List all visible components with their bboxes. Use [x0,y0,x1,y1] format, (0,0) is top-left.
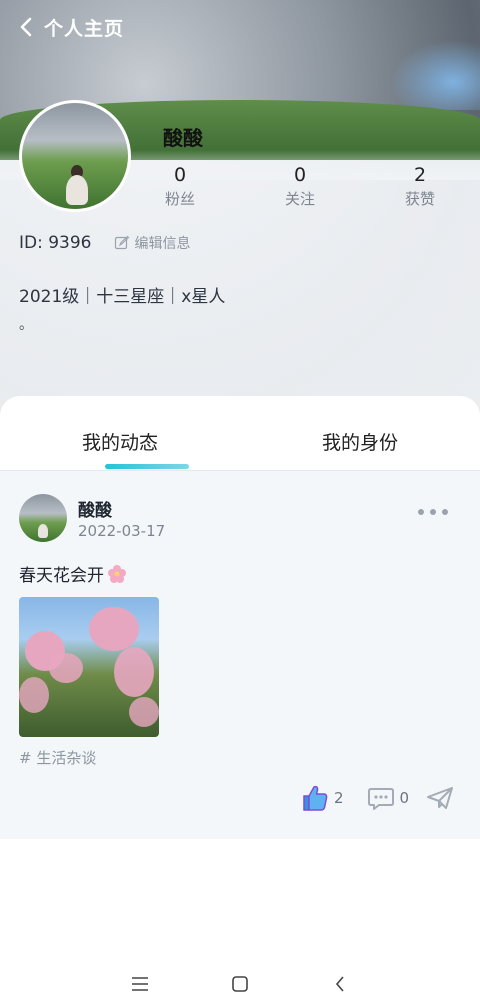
stat-fans[interactable]: 0 粉丝 [120,164,240,209]
stat-likes-label: 获赞 [404,190,435,208]
like-count: 2 [334,789,344,807]
edit-icon [114,235,129,250]
blossom [49,653,83,683]
profile-bio: 。 [19,317,33,333]
stats-row: 0 粉丝 0 关注 2 获赞 [120,164,480,209]
top-bar: 个人主页 [0,0,480,54]
blossom [114,647,154,697]
avatar-figure [66,175,88,205]
post-text-line: 春天花会开 [19,561,127,586]
avatar[interactable] [19,100,131,212]
share-icon [427,787,454,809]
post-image[interactable] [19,597,159,737]
post-actions: 2 0 [300,783,455,813]
more-dot [442,509,448,515]
comment-icon [367,788,394,810]
post-text: 春天花会开 [19,566,104,586]
like-button[interactable]: 2 [300,783,344,813]
more-dot [418,509,424,515]
tab-my-identity[interactable]: 我的身份 [240,396,480,470]
profile-tags: 2021级｜十三星座｜x星人 [19,287,226,307]
system-nav-bar [0,960,480,1007]
post-author[interactable]: 酸酸 [78,496,112,521]
back-nav-icon[interactable] [328,972,352,996]
menu-icon[interactable] [128,972,152,996]
stat-following-label: 关注 [284,190,315,208]
tab-bar: 我的动态 我的身份 [0,396,480,471]
blossom [19,677,49,713]
stat-fans-label: 粉丝 [164,190,195,208]
comment-count: 0 [399,789,410,807]
tab-my-posts[interactable]: 我的动态 [0,396,240,470]
stat-following-count: 0 [293,164,307,186]
post-avatar-figure [38,524,48,538]
edit-info-button[interactable]: 编辑信息 [114,233,191,253]
topic-tag[interactable]: # 生活杂谈 [19,747,96,768]
profile-username: 酸酸 [163,126,203,150]
post-avatar[interactable] [19,494,67,542]
comment-button[interactable]: 0 [366,783,410,813]
like-icon [303,785,328,811]
id-line: ID: 9396 编辑信息 [19,233,191,253]
share-button[interactable] [425,783,455,813]
back-icon[interactable] [14,15,38,39]
post-card: 酸酸 2022-03-17 春天花会开 # 生活杂谈 2 0 [0,471,480,839]
stat-following[interactable]: 0 关注 [240,164,360,209]
more-dot [430,509,436,515]
user-id: ID: 9396 [19,233,92,253]
blossom [89,607,139,651]
home-icon[interactable] [228,972,252,996]
edit-info-label: 编辑信息 [134,236,191,252]
active-tab-indicator [105,464,189,469]
stat-likes-count: 2 [413,164,427,186]
stat-likes[interactable]: 2 获赞 [360,164,480,209]
page-title: 个人主页 [44,17,125,40]
stat-fans-count: 0 [173,164,187,186]
blossom [129,697,159,727]
post-date: 2022-03-17 [78,522,166,540]
content-panel: 我的动态 我的身份 酸酸 2022-03-17 春天花会开 # 生活杂谈 2 0 [0,396,480,1007]
flower-icon [108,564,126,583]
more-icon[interactable] [418,505,448,519]
